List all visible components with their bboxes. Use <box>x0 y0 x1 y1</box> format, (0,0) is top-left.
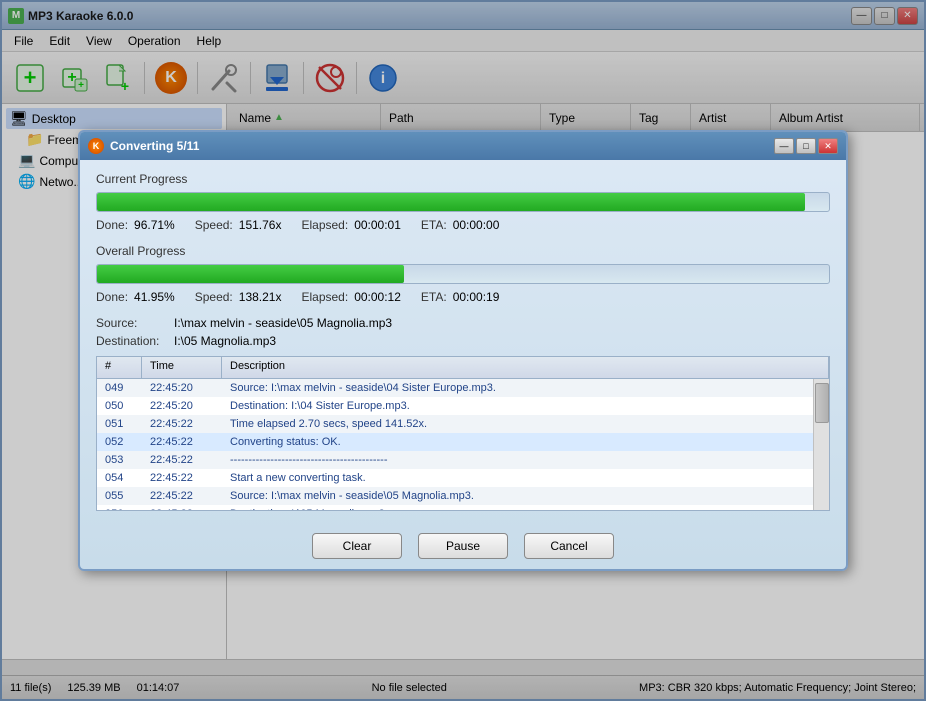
log-cell-num: 055 <box>97 489 142 503</box>
log-cell-desc: ----------------------------------------… <box>222 453 813 467</box>
modal-title-left: K Converting 5/11 <box>88 138 199 154</box>
modal-title: Converting 5/11 <box>110 139 199 153</box>
current-speed-label: Speed: <box>195 218 233 232</box>
log-cell-num: 050 <box>97 399 142 413</box>
log-row: 051 22:45:22 Time elapsed 2.70 secs, spe… <box>97 415 813 433</box>
current-eta-value: 00:00:00 <box>453 218 500 232</box>
overall-done-label: Done: <box>96 290 128 304</box>
current-elapsed-value: 00:00:01 <box>354 218 401 232</box>
overall-progress-stats: Done: 41.95% Speed: 138.21x Elapsed: 00:… <box>96 290 830 304</box>
pause-button[interactable]: Pause <box>418 533 508 559</box>
log-cell-desc: Source: I:\max melvin - seaside\04 Siste… <box>222 381 813 395</box>
log-cell-time: 22:45:20 <box>142 399 222 413</box>
log-col-num-header: # <box>97 357 142 378</box>
log-cell-time: 22:45:22 <box>142 471 222 485</box>
overall-eta-label: ETA: <box>421 290 447 304</box>
destination-value: I:\05 Magnolia.mp3 <box>174 334 276 348</box>
overall-elapsed-group: Elapsed: 00:00:12 <box>301 290 400 304</box>
modal-overlay: K Converting 5/11 — □ ✕ Current Progress… <box>0 0 926 701</box>
source-label: Source: <box>96 316 166 330</box>
current-progress-title: Current Progress <box>96 172 830 186</box>
cancel-button[interactable]: Cancel <box>524 533 614 559</box>
log-cell-desc: Converting status: OK. <box>222 435 813 449</box>
overall-speed-group: Speed: 138.21x <box>195 290 282 304</box>
log-inner: 049 22:45:20 Source: I:\max melvin - sea… <box>97 379 829 510</box>
log-cell-num: 052 <box>97 435 142 449</box>
dialog-buttons: Clear Pause Cancel <box>80 523 846 569</box>
log-row: 056 22:45:22 Destination: I:\05 Magnolia… <box>97 505 813 510</box>
overall-progress-title: Overall Progress <box>96 244 830 258</box>
log-cell-time: 22:45:22 <box>142 507 222 510</box>
destination-label: Destination: <box>96 334 166 348</box>
log-row: 053 22:45:22 ---------------------------… <box>97 451 813 469</box>
overall-eta-value: 00:00:19 <box>453 290 500 304</box>
current-done-group: Done: 96.71% <box>96 218 175 232</box>
log-cell-time: 22:45:22 <box>142 417 222 431</box>
log-cell-num: 056 <box>97 507 142 510</box>
log-scroll-thumb[interactable] <box>815 383 829 423</box>
log-row: 049 22:45:20 Source: I:\max melvin - sea… <box>97 379 813 397</box>
overall-speed-value: 138.21x <box>239 290 282 304</box>
log-scrollbar[interactable] <box>813 379 829 510</box>
overall-eta-group: ETA: 00:00:19 <box>421 290 500 304</box>
current-speed-group: Speed: 151.76x <box>195 218 282 232</box>
modal-titlebar: K Converting 5/11 — □ ✕ <box>80 132 846 160</box>
modal-body: Current Progress Done: 96.71% Speed: 151… <box>80 160 846 523</box>
overall-progress-bar-container <box>96 264 830 284</box>
current-eta-label: ETA: <box>421 218 447 232</box>
log-cell-num: 054 <box>97 471 142 485</box>
log-cell-desc: Start a new converting task. <box>222 471 813 485</box>
converting-dialog: K Converting 5/11 — □ ✕ Current Progress… <box>78 130 848 571</box>
log-row: 054 22:45:22 Start a new converting task… <box>97 469 813 487</box>
clear-button[interactable]: Clear <box>312 533 402 559</box>
log-container: # Time Description 049 22:45:20 Source: … <box>96 356 830 511</box>
log-cell-num: 053 <box>97 453 142 467</box>
overall-done-group: Done: 41.95% <box>96 290 175 304</box>
current-speed-value: 151.76x <box>239 218 282 232</box>
overall-elapsed-value: 00:00:12 <box>354 290 401 304</box>
log-row: 055 22:45:22 Source: I:\max melvin - sea… <box>97 487 813 505</box>
destination-row: Destination: I:\05 Magnolia.mp3 <box>96 334 830 348</box>
log-cell-desc: Destination: I:\04 Sister Europe.mp3. <box>222 399 813 413</box>
log-row: 050 22:45:20 Destination: I:\04 Sister E… <box>97 397 813 415</box>
current-progress-stats: Done: 96.71% Speed: 151.76x Elapsed: 00:… <box>96 218 830 232</box>
current-elapsed-label: Elapsed: <box>301 218 348 232</box>
current-progress-bar-container <box>96 192 830 212</box>
log-cell-desc: Time elapsed 2.70 secs, speed 141.52x. <box>222 417 813 431</box>
modal-title-controls: — □ ✕ <box>774 138 838 154</box>
current-progress-bar <box>97 193 805 211</box>
modal-close-button[interactable]: ✕ <box>818 138 838 154</box>
current-eta-group: ETA: 00:00:00 <box>421 218 500 232</box>
log-cell-time: 22:45:20 <box>142 381 222 395</box>
log-header: # Time Description <box>97 357 829 379</box>
modal-icon: K <box>88 138 104 154</box>
log-cell-num: 049 <box>97 381 142 395</box>
modal-minimize-button[interactable]: — <box>774 138 794 154</box>
log-col-time-header: Time <box>142 357 222 378</box>
log-row: 052 22:45:22 Converting status: OK. <box>97 433 813 451</box>
current-done-value: 96.71% <box>134 218 175 232</box>
log-cell-time: 22:45:22 <box>142 489 222 503</box>
source-row: Source: I:\max melvin - seaside\05 Magno… <box>96 316 830 330</box>
log-rows: 049 22:45:20 Source: I:\max melvin - sea… <box>97 379 813 510</box>
overall-progress-bar <box>97 265 404 283</box>
log-col-desc-header: Description <box>222 357 829 378</box>
overall-done-value: 41.95% <box>134 290 175 304</box>
log-cell-desc: Destination: I:\05 Magnolia.mp3. <box>222 507 813 510</box>
log-cell-desc: Source: I:\max melvin - seaside\05 Magno… <box>222 489 813 503</box>
modal-maximize-button[interactable]: □ <box>796 138 816 154</box>
log-cell-time: 22:45:22 <box>142 453 222 467</box>
log-cell-num: 051 <box>97 417 142 431</box>
source-value: I:\max melvin - seaside\05 Magnolia.mp3 <box>174 316 392 330</box>
overall-speed-label: Speed: <box>195 290 233 304</box>
current-done-label: Done: <box>96 218 128 232</box>
overall-elapsed-label: Elapsed: <box>301 290 348 304</box>
log-cell-time: 22:45:22 <box>142 435 222 449</box>
current-elapsed-group: Elapsed: 00:00:01 <box>301 218 400 232</box>
